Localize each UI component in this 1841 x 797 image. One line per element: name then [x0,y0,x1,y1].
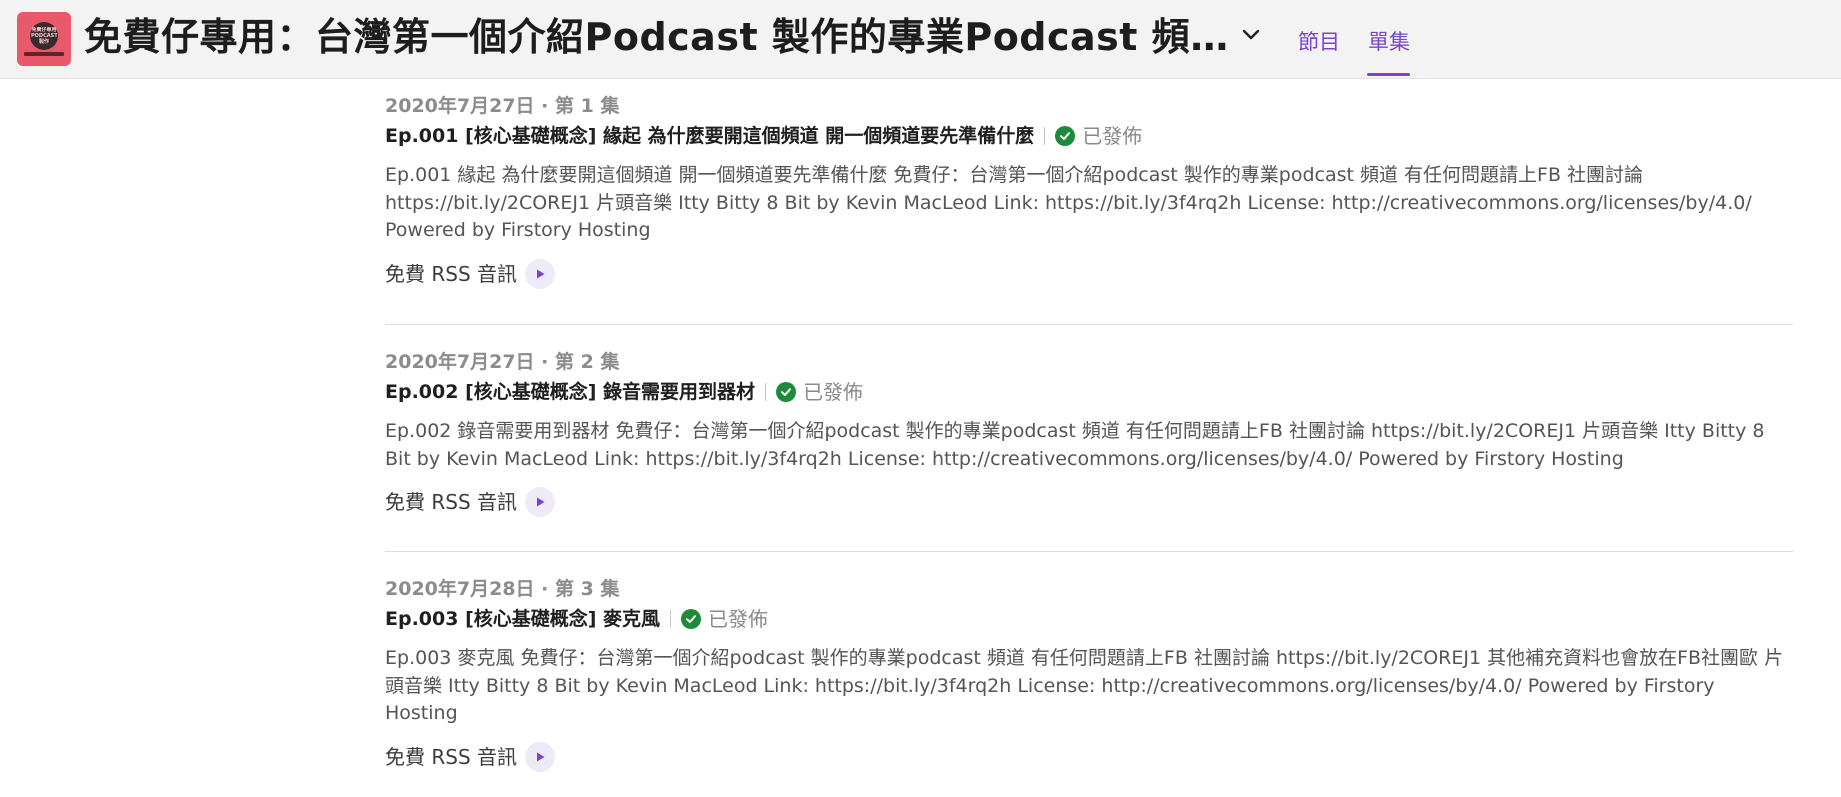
episode-date: 2020年7月27日 [385,351,535,373]
episode-description: Ep.002 錄音需要用到器材 免費仔：台灣第一個介紹podcast 製作的專業… [385,420,1765,470]
meta-dot: · [541,95,549,117]
play-button[interactable] [525,741,556,772]
divider [670,610,672,628]
episode-divider [385,551,1793,552]
episode-description: Ep.003 麥克風 免費仔：台灣第一個介紹podcast 製作的專業podca… [385,647,1784,724]
meta-dot: · [541,351,549,373]
play-icon [537,752,545,761]
episode-number: 第 2 集 [555,351,620,373]
tab-programs[interactable]: 節目 [1298,28,1340,56]
episode-item: 2020年7月27日 · 第 1 集 Ep.001 [核心基礎概念] 緣起 為什… [385,94,1793,289]
tab-episodes[interactable]: 單集 [1368,28,1410,56]
check-circle-icon [681,609,702,629]
status-label: 已發佈 [1082,124,1143,148]
check-circle-icon [1055,126,1076,146]
rss-audio-label: 免費 RSS 音訊 [385,744,518,769]
play-icon [537,497,545,507]
episode-number: 第 1 集 [555,95,620,117]
episode-item: 2020年7月28日 · 第 3 集 Ep.003 [核心基礎概念] 麥克風 已… [385,577,1793,772]
episode-date: 2020年7月27日 [385,95,535,117]
episode-item: 2020年7月27日 · 第 2 集 Ep.002 [核心基礎概念] 錄音需要用… [385,350,1793,517]
play-icon [537,269,545,278]
rss-audio-label: 免費 RSS 音訊 [385,261,518,286]
episode-title[interactable]: Ep.001 [核心基礎概念] 緣起 為什麼要開這個頻道 開一個頻道要先準備什麼 [385,123,1034,149]
episode-date: 2020年7月28日 [385,578,535,600]
status-label: 已發佈 [803,380,864,404]
divider [1044,127,1046,145]
play-button[interactable] [525,258,556,289]
episode-title[interactable]: Ep.002 [核心基礎概念] 錄音需要用到器材 [385,379,755,405]
episode-title[interactable]: Ep.003 [核心基礎概念] 麥克風 [385,606,660,632]
status-label: 已發佈 [708,607,769,631]
divider [765,383,767,401]
meta-dot: · [541,578,549,600]
check-circle-icon [776,382,797,402]
show-title: 免費仔專用：台灣第一個介紹Podcast 製作的專業Podcast 頻道 有任何… [84,15,1234,59]
rss-audio-label: 免費 RSS 音訊 [385,490,518,514]
episode-number: 第 3 集 [555,578,620,600]
chevron-down-icon[interactable] [1238,22,1264,48]
play-button[interactable] [525,487,556,517]
top-bar: 免費仔專用 PODCAST 製作 免費仔專用：台灣第一個介紹Podcast 製作… [0,0,1841,79]
active-tab-indicator [1367,73,1410,76]
cover-logo: 免費仔專用 PODCAST 製作 [30,22,58,50]
episode-meta: 2020年7月28日 · 第 3 集 [385,577,1793,601]
cover-tag [24,52,64,56]
podcast-cover-image[interactable]: 免費仔專用 PODCAST 製作 [17,12,71,66]
cover-text: 免費仔專用 PODCAST 製作 [31,27,57,45]
episode-meta: 2020年7月27日 · 第 1 集 [385,94,1793,118]
episode-meta: 2020年7月27日 · 第 2 集 [385,350,1793,374]
episode-description: Ep.001 緣起 為什麼要開這個頻道 開一個頻道要先準備什麼 免費仔：台灣第一… [385,164,1752,241]
episode-divider [385,324,1793,325]
